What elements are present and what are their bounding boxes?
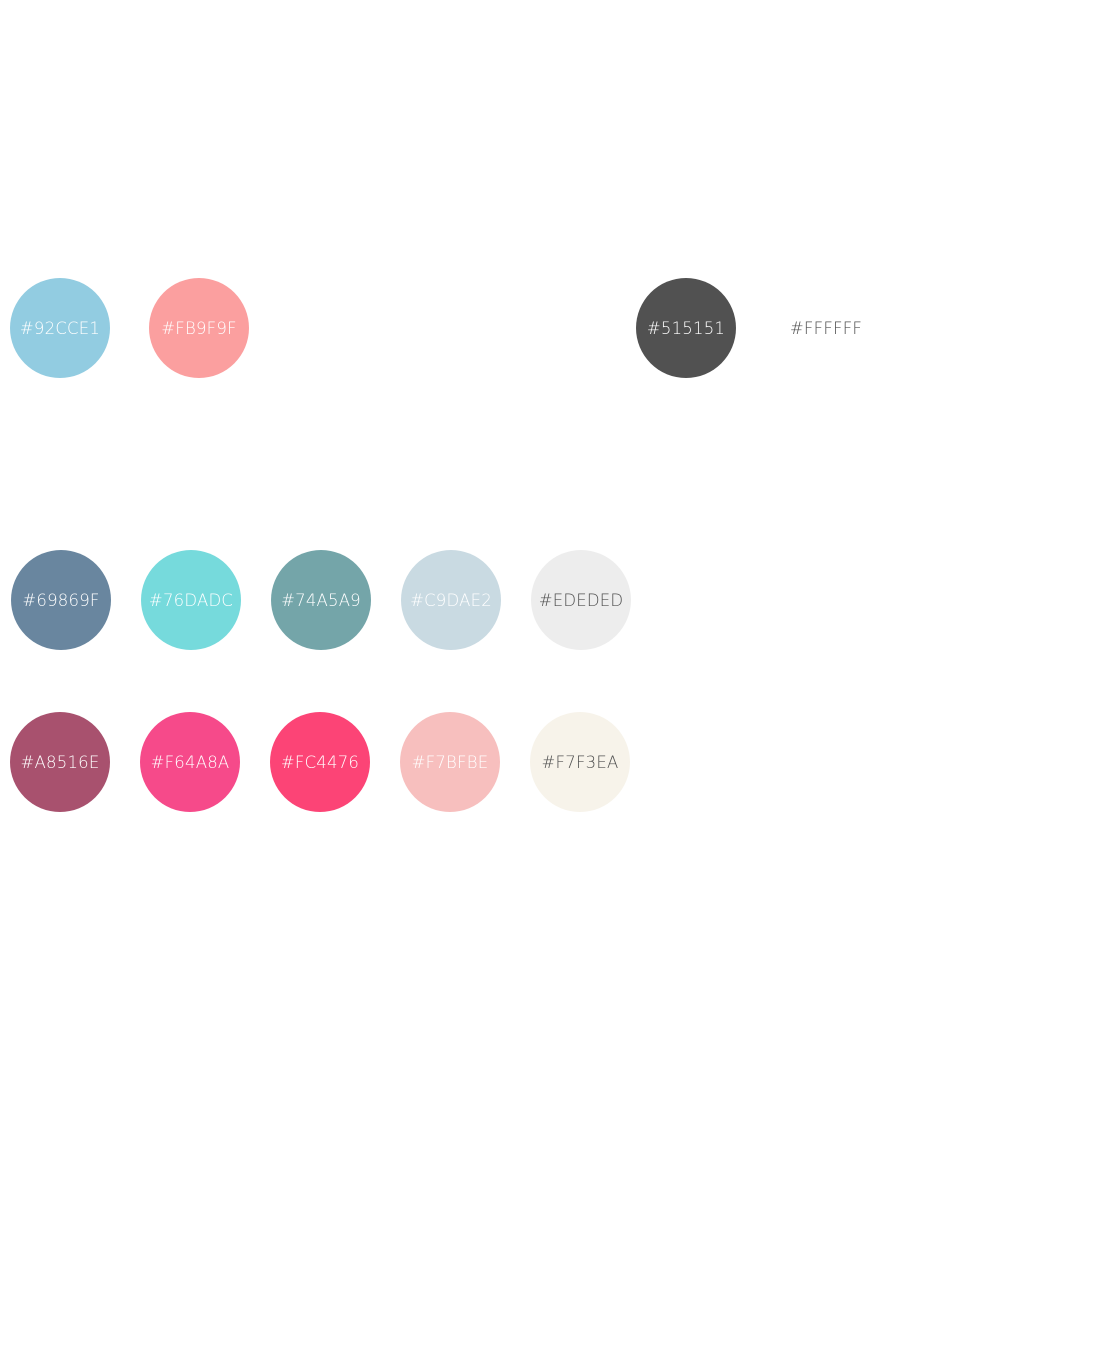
swatch-label: #EDEDED (538, 590, 624, 610)
color-swatch-f7bfbe: #F7BFBE (400, 712, 500, 812)
swatch-label: #515151 (646, 318, 726, 338)
color-swatch-92cce1: #92CCE1 (10, 278, 110, 378)
swatch-label: #A8516E (20, 752, 100, 772)
color-swatch-ededed: #EDEDED (531, 550, 631, 650)
swatch-label: #FB9F9F (161, 318, 237, 338)
color-swatch-76dadc: #76DADC (141, 550, 241, 650)
color-swatch-515151: #515151 (636, 278, 736, 378)
swatch-label: #F7BFBE (411, 752, 489, 772)
color-swatch-fb9f9f: #FB9F9F (149, 278, 249, 378)
swatch-label: #F7F3EA (541, 752, 619, 772)
color-swatch-f7f3ea: #F7F3EA (530, 712, 630, 812)
swatch-label: #69869F (22, 590, 100, 610)
color-swatch-ffffff: #FFFFFF (776, 278, 876, 378)
swatch-label: #92CCE1 (19, 318, 101, 338)
swatch-label: #FFFFFF (789, 318, 863, 338)
color-swatch-fc4476: #FC4476 (270, 712, 370, 812)
color-swatch-74a5a9: #74A5A9 (271, 550, 371, 650)
swatch-label: #76DADC (148, 590, 234, 610)
color-swatch-c9dae2: #C9DAE2 (401, 550, 501, 650)
swatch-label: #C9DAE2 (410, 590, 492, 610)
swatch-label: #74A5A9 (281, 590, 361, 610)
swatch-label: #FC4476 (280, 752, 360, 772)
color-swatch-a8516e: #A8516E (10, 712, 110, 812)
color-swatch-69869f: #69869F (11, 550, 111, 650)
color-swatch-f64a8a: #F64A8A (140, 712, 240, 812)
swatch-label: #F64A8A (150, 752, 230, 772)
